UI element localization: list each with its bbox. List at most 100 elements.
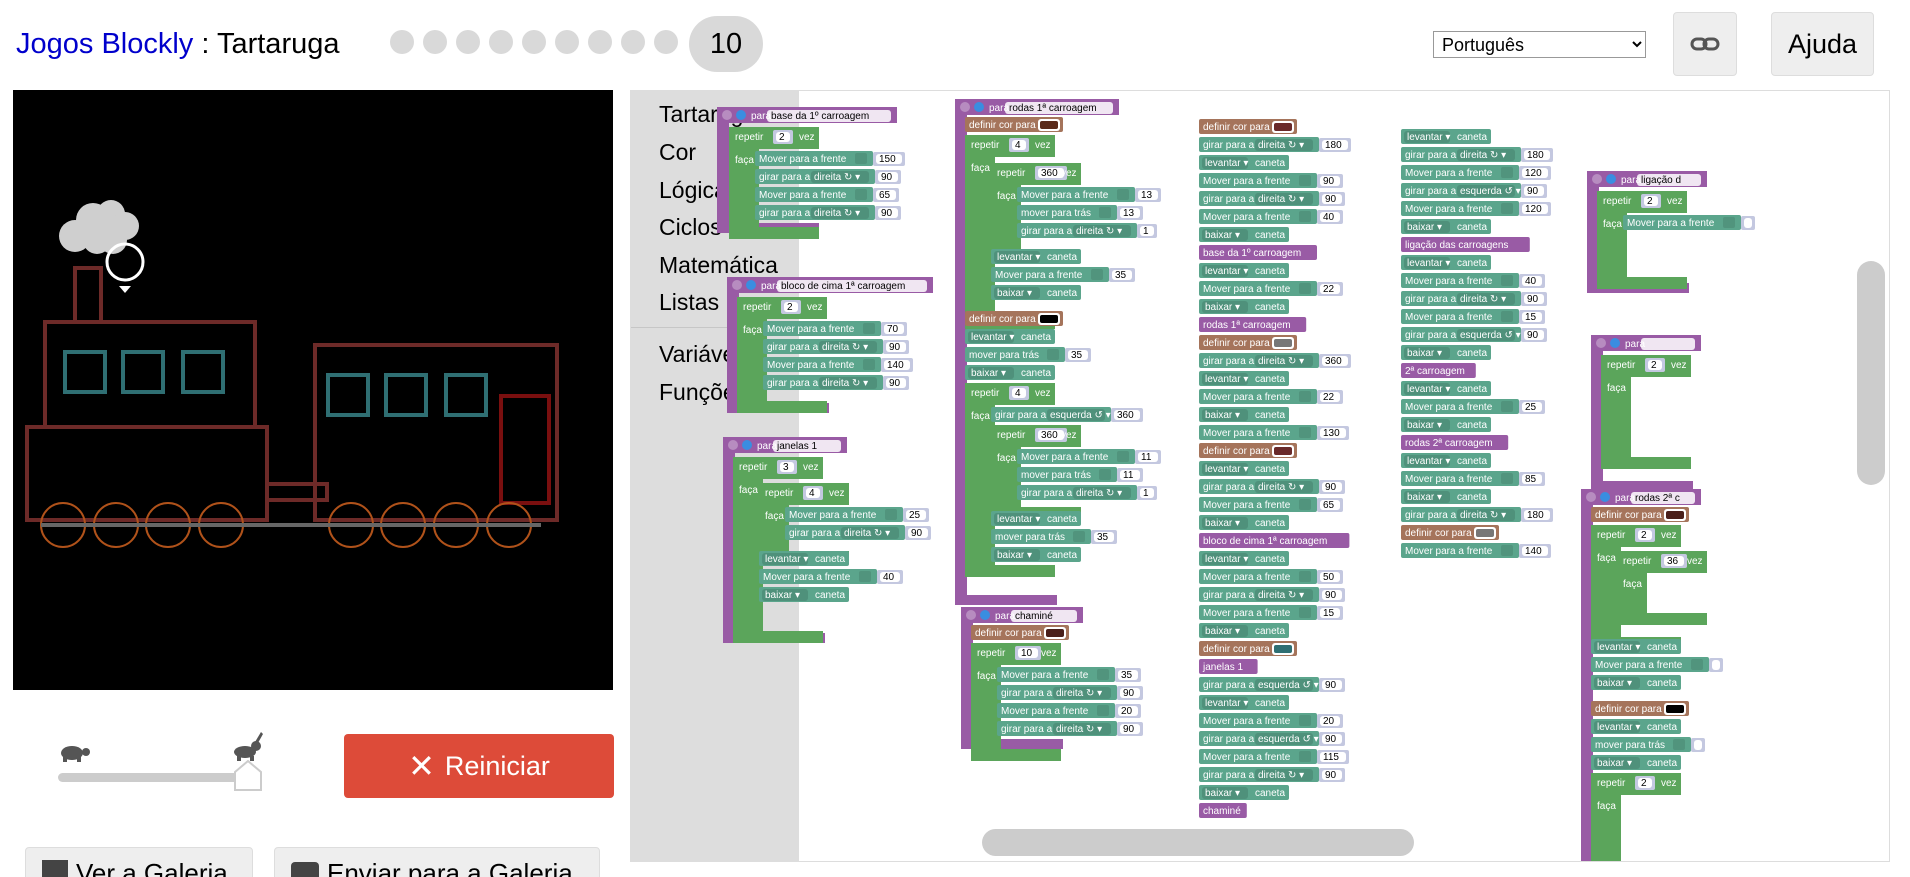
move-block[interactable]: Mover para a frente 25	[785, 507, 929, 522]
move-block[interactable]: Mover para a frente 120	[1401, 165, 1551, 180]
help-icon[interactable]	[1606, 174, 1616, 184]
help-icon[interactable]	[980, 610, 990, 620]
pen-down-block[interactable]: baixar ▾ caneta	[1199, 515, 1289, 530]
view-gallery-button[interactable]: Ver a Galeria	[25, 847, 253, 877]
turn-block[interactable]: girar para a direita ↻ ▾ 90	[785, 525, 931, 540]
move-block[interactable]: Mover para a frente 20	[997, 703, 1141, 718]
pen-up-block[interactable]: levantar ▾ caneta	[1199, 263, 1289, 278]
turn-block[interactable]: girar para a direita ↻ ▾ 90	[997, 685, 1143, 700]
pen-down-block[interactable]: baixar ▾ caneta	[1401, 417, 1491, 432]
turn-block[interactable]: girar para a direita ↻ ▾ 180	[1401, 147, 1553, 162]
pen-down-block[interactable]: baixar ▾ caneta	[1401, 345, 1491, 360]
blockly-workspace[interactable]: Tartaruga Cor Lógica Ciclos Matemática L…	[630, 90, 1890, 862]
language-select[interactable]: Português	[1433, 31, 1646, 58]
pen-down-block[interactable]: baixar ▾ caneta	[965, 365, 1055, 380]
pen-down-block[interactable]: baixar ▾ caneta	[1591, 755, 1681, 770]
repeat-block[interactable]: repetir 2 vez faça	[737, 297, 827, 413]
help-icon[interactable]	[746, 280, 756, 290]
pen-down-block[interactable]: baixar ▾ caneta	[991, 547, 1081, 562]
blocks-canvas[interactable]: para base da 1º carroagemrepetir 2 vezfaça M…	[631, 91, 1890, 862]
pen-down-block[interactable]: baixar ▾ caneta	[1199, 227, 1289, 242]
level-dot[interactable]	[555, 30, 579, 54]
number-field[interactable]	[1712, 660, 1720, 670]
turn-block[interactable]: girar para a esquerda ↺ ▾ 90	[1199, 731, 1345, 746]
reset-button[interactable]: ✕ Reiniciar	[344, 734, 614, 798]
pen-down-block[interactable]: baixar ▾ caneta	[1401, 219, 1491, 234]
turn-block[interactable]: girar para a direita ↻ ▾ 90	[763, 339, 909, 354]
move-block[interactable]: Mover para a frente 20	[1199, 713, 1343, 728]
move-block[interactable]: Mover para a frente 140	[763, 357, 913, 372]
move-block[interactable]: Mover para a frente 150	[755, 151, 905, 166]
turn-block[interactable]: girar para a direita ↻ ▾ 1	[1017, 223, 1157, 238]
gear-icon[interactable]	[732, 280, 742, 290]
level-dot[interactable]	[621, 30, 645, 54]
procedure-call-block[interactable]: janelas 1	[1199, 659, 1258, 674]
help-icon[interactable]	[1610, 338, 1620, 348]
repeat-block[interactable]: repetir 2 vez faça	[1601, 355, 1691, 469]
level-dot[interactable]	[588, 30, 612, 54]
pen-up-block[interactable]: levantar ▾ caneta	[1199, 155, 1289, 170]
procedure-call-block[interactable]: rodas 2ª carroagem	[1401, 435, 1509, 450]
move-block[interactable]: Mover para a frente 70	[763, 321, 907, 336]
set-color-block[interactable]: definir cor para	[971, 625, 1069, 640]
turn-block[interactable]: girar para a direita ↻ ▾ 180	[1401, 507, 1553, 522]
app-link[interactable]: Jogos Blockly	[16, 28, 193, 60]
move-block[interactable]: Mover para a frente 15	[1199, 605, 1343, 620]
pen-up-block[interactable]: levantar ▾ caneta	[991, 511, 1081, 526]
turn-block[interactable]: girar para a esquerda ↺ ▾ 360	[991, 407, 1143, 422]
pen-down-block[interactable]: baixar ▾ caneta	[1199, 299, 1289, 314]
move-block[interactable]: Mover para a frente 40	[1401, 273, 1545, 288]
set-color-block[interactable]: definir cor para	[1591, 701, 1689, 716]
level-dot[interactable]	[489, 30, 513, 54]
set-color-block[interactable]: definir cor para	[1199, 335, 1297, 350]
number-field[interactable]	[1694, 740, 1702, 750]
number-field[interactable]	[1744, 218, 1752, 228]
turn-block[interactable]: girar para a esquerda ↺ ▾ 90	[1199, 677, 1345, 692]
turn-block[interactable]: girar para a direita ↻ ▾ 90	[1199, 479, 1345, 494]
pen-up-block[interactable]: levantar ▾ caneta	[965, 329, 1055, 344]
pen-down-block[interactable]: baixar ▾ caneta	[759, 587, 849, 602]
move-block[interactable]: Mover para a frente 65	[755, 187, 899, 202]
turn-block[interactable]: girar para a direita ↻ ▾ 90	[997, 721, 1143, 736]
turn-block[interactable]: girar para a direita ↻ ▾ 1	[1017, 485, 1157, 500]
procedure-call-block[interactable]: base da 1º carroagem	[1199, 245, 1317, 260]
turn-block[interactable]: girar para a direita ↻ ▾ 90	[755, 205, 901, 220]
link-button[interactable]	[1673, 12, 1737, 76]
pen-up-block[interactable]: levantar ▾ caneta	[991, 249, 1081, 264]
move-block[interactable]: mover para trás 35	[991, 529, 1117, 544]
pen-down-block[interactable]: baixar ▾ caneta	[1199, 623, 1289, 638]
pen-up-block[interactable]: levantar ▾ caneta	[1199, 371, 1289, 386]
pen-up-block[interactable]: levantar ▾ caneta	[1199, 551, 1289, 566]
pen-down-block[interactable]: baixar ▾ caneta	[1199, 785, 1289, 800]
repeat-block[interactable]: repetir 2 vez faça	[1591, 773, 1681, 862]
procedure-call-block[interactable]: 2ª carroagem	[1401, 363, 1476, 378]
pen-down-block[interactable]: baixar ▾ caneta	[1401, 489, 1491, 504]
pen-up-block[interactable]: levantar ▾ caneta	[1591, 639, 1681, 654]
help-icon[interactable]	[1600, 492, 1610, 502]
turn-block[interactable]: girar para a direita ↻ ▾ 90	[1401, 291, 1547, 306]
turn-block[interactable]: girar para a direita ↻ ▾ 360	[1199, 353, 1351, 368]
pen-up-block[interactable]: levantar ▾ caneta	[1401, 453, 1491, 468]
level-dot[interactable]	[654, 30, 678, 54]
turn-block[interactable]: girar para a direita ↻ ▾ 90	[763, 375, 909, 390]
set-color-block[interactable]: definir cor para	[1591, 507, 1689, 522]
procedure-call-block[interactable]: chaminé	[1199, 803, 1247, 818]
block-field[interactable]	[1641, 338, 1695, 350]
move-block[interactable]: Mover para a frente	[1591, 657, 1723, 672]
pen-up-block[interactable]: levantar ▾ caneta	[1401, 381, 1491, 396]
gear-icon[interactable]	[728, 440, 738, 450]
set-color-block[interactable]: definir cor para	[965, 117, 1063, 132]
set-color-block[interactable]: definir cor para	[1199, 119, 1297, 134]
move-block[interactable]: Mover para a frente 22	[1199, 389, 1343, 404]
pen-up-block[interactable]: levantar ▾ caneta	[1199, 695, 1289, 710]
turn-block[interactable]: girar para a direita ↻ ▾ 90	[1199, 767, 1345, 782]
turn-block[interactable]: girar para a esquerda ↺ ▾ 90	[1401, 183, 1547, 198]
pen-up-block[interactable]: levantar ▾ caneta	[1591, 719, 1681, 734]
move-block[interactable]: Mover para a frente 11	[1017, 449, 1161, 464]
procedure-call-block[interactable]: ligação das carroagens	[1401, 237, 1530, 252]
gear-icon[interactable]	[966, 610, 976, 620]
move-block[interactable]: Mover para a frente 40	[1199, 209, 1343, 224]
pen-up-block[interactable]: levantar ▾ caneta	[1401, 255, 1491, 270]
turn-block[interactable]: girar para a esquerda ↺ ▾ 90	[1401, 327, 1547, 342]
move-block[interactable]: mover para trás 35	[965, 347, 1091, 362]
